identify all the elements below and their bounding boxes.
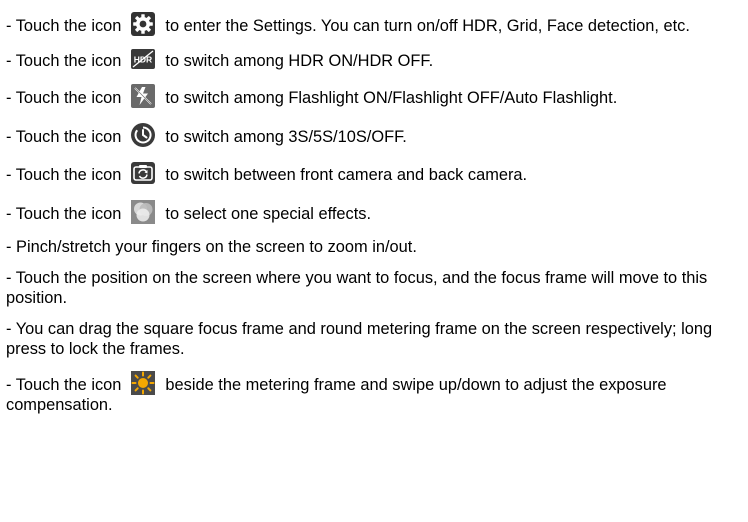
instruction-hdr: - Touch the icon HDR to switch among HDR O…: [6, 47, 742, 71]
instruction-text: to switch among Flashlight ON/Flashlight…: [165, 89, 618, 107]
instruction-prefix: - Touch the icon: [6, 17, 122, 35]
settings-gear-icon: [131, 12, 156, 36]
effects-icon: [131, 200, 156, 224]
hdr-icon: HDR: [131, 47, 156, 71]
instruction-prefix: - Touch the icon: [6, 52, 122, 70]
instruction-text: to switch between front camera and back …: [165, 166, 528, 184]
instruction-flash: - Touch the icon to switch among Flashlig…: [6, 84, 742, 108]
instruction-exposure: - Touch the icon beside the metering fram…: [6, 371, 742, 415]
instruction-focus: - Touch the position on the screen where…: [6, 269, 708, 307]
instruction-text: to switch among 3S/5S/10S/OFF.: [165, 128, 407, 146]
instruction-effects: - Touch the icon to select one special ef…: [6, 200, 742, 224]
instruction-prefix: - Touch the icon: [6, 128, 122, 146]
instruction-prefix: - Touch the icon: [6, 166, 122, 184]
instructions-page: - Touch the icon to enter the Settings. Y…: [0, 0, 748, 522]
instruction-prefix: - Touch the icon: [6, 376, 122, 394]
instruction-timer: - Touch the icon to switch among 3S/5S/10…: [6, 123, 742, 147]
instruction-prefix: - Touch the icon: [6, 205, 122, 223]
instruction-text: to switch among HDR ON/HDR OFF.: [165, 52, 434, 70]
instruction-zoom: - Pinch/stretch your fingers on the scre…: [6, 238, 417, 256]
instruction-switch-camera: - Touch the icon to switch between front …: [6, 161, 742, 185]
instruction-drag-frames: - You can drag the square focus frame an…: [6, 320, 713, 358]
sun-exposure-icon: [131, 371, 156, 395]
instruction-text: to enter the Settings. You can turn on/o…: [165, 17, 690, 35]
flash-off-icon: [131, 84, 156, 108]
instruction-settings: - Touch the icon to enter the Settings. Y…: [6, 12, 742, 36]
timer-icon: [131, 123, 156, 147]
instruction-prefix: - Touch the icon: [6, 89, 122, 107]
switch-camera-icon: [131, 161, 156, 185]
instruction-text: to select one special effects.: [165, 205, 372, 223]
